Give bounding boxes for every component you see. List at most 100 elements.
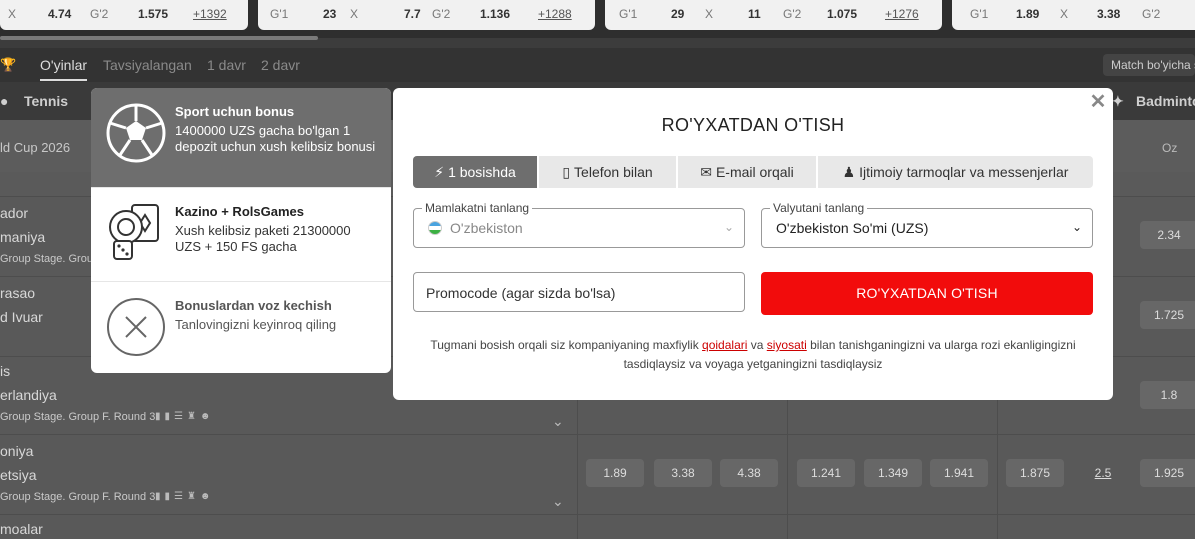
ticker-label: X xyxy=(1060,7,1069,21)
column-oz: Oz xyxy=(1162,141,1178,155)
tab-oyinlar[interactable]: O'yinlar xyxy=(40,57,88,81)
promocode-placeholder: Promocode (agar sizda bo'lsa) xyxy=(426,285,616,301)
ticker-scrollbar[interactable] xyxy=(0,36,318,40)
country-value-wrap: O'zbekiston xyxy=(428,220,523,236)
team-2: erlandiya xyxy=(0,387,57,403)
country-label: Mamlakatni tanlang xyxy=(422,201,533,215)
ticker-odd[interactable]: 7.7 xyxy=(404,7,421,21)
tab-tavsiyalangan[interactable]: Tavsiyalangan xyxy=(103,57,192,73)
team-1: ador xyxy=(0,205,29,221)
group-label: Group Stage. Group F. Round 3 xyxy=(0,411,156,423)
match-select[interactable]: Match bo'yicha s xyxy=(1103,54,1195,76)
bonus-decline[interactable]: Bonuslardan voz kechish Tanlovingizni ke… xyxy=(91,282,391,373)
bonus-sport[interactable]: Sport uchun bonus 1400000 UZS gacha bo'l… xyxy=(91,88,391,188)
event-row[interactable]: oniya etsiya Group Stage. Group F. Round… xyxy=(0,434,1195,514)
bonus-title: Sport uchun bonus xyxy=(175,104,295,119)
odd-value[interactable]: 1.349 xyxy=(864,459,922,487)
register-button[interactable]: RO'YXATDAN O'TISH xyxy=(761,272,1093,315)
rules-link[interactable]: qoidalari xyxy=(702,338,747,352)
ticker-label: G'2 xyxy=(783,7,802,21)
bonus-selector: Sport uchun bonus 1400000 UZS gacha bo'l… xyxy=(91,88,391,373)
odd-value[interactable]: 1.875 xyxy=(1006,459,1064,487)
ticker-label: G'1 xyxy=(970,7,989,21)
team-2: etsiya xyxy=(0,467,37,483)
tab-one-click[interactable]: ⚡︎ 1 bosishda xyxy=(413,156,539,188)
team-1: oniya xyxy=(0,443,34,459)
promocode-input[interactable]: Promocode (agar sizda bo'lsa) xyxy=(413,272,745,312)
ticker-odd[interactable]: 4.74 xyxy=(48,7,71,21)
tournament-title: ld Cup 2026 xyxy=(0,140,71,155)
ticker-label: X xyxy=(8,7,17,21)
currency-label: Valyutani tanlang xyxy=(770,201,868,215)
sport-tennis[interactable]: Tennis xyxy=(24,93,68,109)
country-value: O'zbekiston xyxy=(450,220,523,236)
stats-icons[interactable]: ▮▮☰♜☻ xyxy=(155,491,214,502)
ticker-odd[interactable]: 1.075 xyxy=(827,7,857,21)
odd-value[interactable]: 1.8 xyxy=(1140,381,1195,409)
ticker-label: X xyxy=(705,7,714,21)
currency-value: O'zbekiston So'mi (UZS) xyxy=(776,220,929,236)
odd-value[interactable]: 3.38 xyxy=(654,459,712,487)
tab-2-davr[interactable]: 2 davr xyxy=(261,57,300,73)
ticker-more-link[interactable]: +1288 xyxy=(538,7,572,21)
ticker-card[interactable]: G'1 1.89 X 3.38 G'2 xyxy=(952,0,1195,30)
team-1: is xyxy=(0,363,11,379)
tab-email[interactable]: ✉ E-mail orqali xyxy=(678,156,818,188)
games-nav: 🏆 O'yinlar Tavsiyalangan 1 davr 2 davr M… xyxy=(0,48,1195,82)
ticker-odd[interactable]: 11 xyxy=(748,7,761,21)
odd-value[interactable]: 1.89 xyxy=(586,459,644,487)
tab-label: 1 bosishda xyxy=(448,164,516,180)
soccer-ball-icon xyxy=(106,103,166,163)
bonus-casino[interactable]: Kazino + RolsGames Xush kelibsiz paketi … xyxy=(91,188,391,282)
team-2: d Ivuar xyxy=(0,309,43,325)
stats-icons[interactable]: ▮▮☰♜☻ xyxy=(155,411,214,422)
close-icon[interactable]: ✕ xyxy=(1089,92,1107,112)
ticker-odd[interactable]: 29 xyxy=(671,7,684,21)
envelope-icon: ✉ xyxy=(700,164,712,180)
ticker-label: X xyxy=(350,7,359,21)
tab-phone[interactable]: ▯ Telefon bilan xyxy=(539,156,678,188)
ticker-more-link[interactable]: +1392 xyxy=(193,7,227,21)
policy-link[interactable]: siyosati xyxy=(767,338,807,352)
registration-tabs: ⚡︎ 1 bosishda ▯ Telefon bilan ✉ E-mail orqa… xyxy=(413,156,1093,188)
ticker-odd[interactable]: 23 xyxy=(323,7,336,21)
country-select[interactable]: Mamlakatni tanlang O'zbekiston ⌄ xyxy=(413,201,745,248)
currency-select[interactable]: Valyutani tanlang O'zbekiston So'mi (UZS… xyxy=(761,201,1093,248)
odd-value[interactable]: 1.241 xyxy=(797,459,855,487)
odd-value[interactable]: 2.34 xyxy=(1140,221,1195,249)
ticker-card[interactable]: X 4.74 G'2 1.575 +1392 xyxy=(0,0,248,30)
ticker-odd[interactable]: 3.38 xyxy=(1097,7,1120,21)
terms-text: Tugmani bosish orqali siz kompaniyaning … xyxy=(413,336,1093,374)
ticker-more-link[interactable]: +1276 xyxy=(885,7,919,21)
ticker-label: G'1 xyxy=(619,7,638,21)
badminton-icon: ✦ xyxy=(1112,93,1124,109)
tab-label: E-mail orqali xyxy=(715,164,794,180)
odd-value[interactable]: 2.5 xyxy=(1074,459,1132,487)
chevron-down-icon[interactable]: ⌄ xyxy=(552,413,564,430)
ticker-odd[interactable]: 1.136 xyxy=(480,7,510,21)
tab-social[interactable]: ♟ Ijtimoiy tarmoqlar va messenjerlar xyxy=(818,156,1093,188)
sport-badminton[interactable]: Badminto xyxy=(1136,93,1195,109)
ticker-card[interactable]: G'1 23 X 7.7 G'2 1.136 +1288 xyxy=(258,0,595,30)
odd-value[interactable]: 1.941 xyxy=(930,459,988,487)
registration-modal: RO'YXATDAN O'TISH ⚡︎ 1 bosishda ▯ Telefon … xyxy=(393,88,1113,400)
odd-value[interactable]: 4.38 xyxy=(720,459,778,487)
team-2: maniya xyxy=(0,229,46,245)
ticker-odd[interactable]: 1.575 xyxy=(138,7,168,21)
chevron-down-icon: ⌄ xyxy=(1071,220,1082,234)
group-label: Group Stage. Group F. Round 3 xyxy=(0,491,156,503)
bonus-title: Bonuslardan voz kechish xyxy=(175,298,332,313)
ticker-odd[interactable]: 1.89 xyxy=(1016,7,1039,21)
chevron-down-icon[interactable]: ⌄ xyxy=(552,493,564,510)
bonus-desc: 1400000 UZS gacha bo'lgan 1 depozit uchu… xyxy=(175,123,376,154)
odd-value[interactable]: 1.725 xyxy=(1140,301,1195,329)
ticker-label: G'2 xyxy=(432,7,451,21)
event-row[interactable]: moalar xyxy=(0,514,1195,539)
tab-label: Ijtimoiy tarmoqlar va messenjerlar xyxy=(859,164,1069,180)
decline-x-icon xyxy=(107,298,165,356)
ticker-card[interactable]: G'1 29 X 11 G'2 1.075 +1276 xyxy=(605,0,942,30)
odd-value[interactable]: 1.925 xyxy=(1140,459,1195,487)
bonus-title: Kazino + RolsGames xyxy=(175,204,304,219)
trophy-icon: 🏆 xyxy=(0,57,17,72)
tab-1-davr[interactable]: 1 davr xyxy=(207,57,246,73)
